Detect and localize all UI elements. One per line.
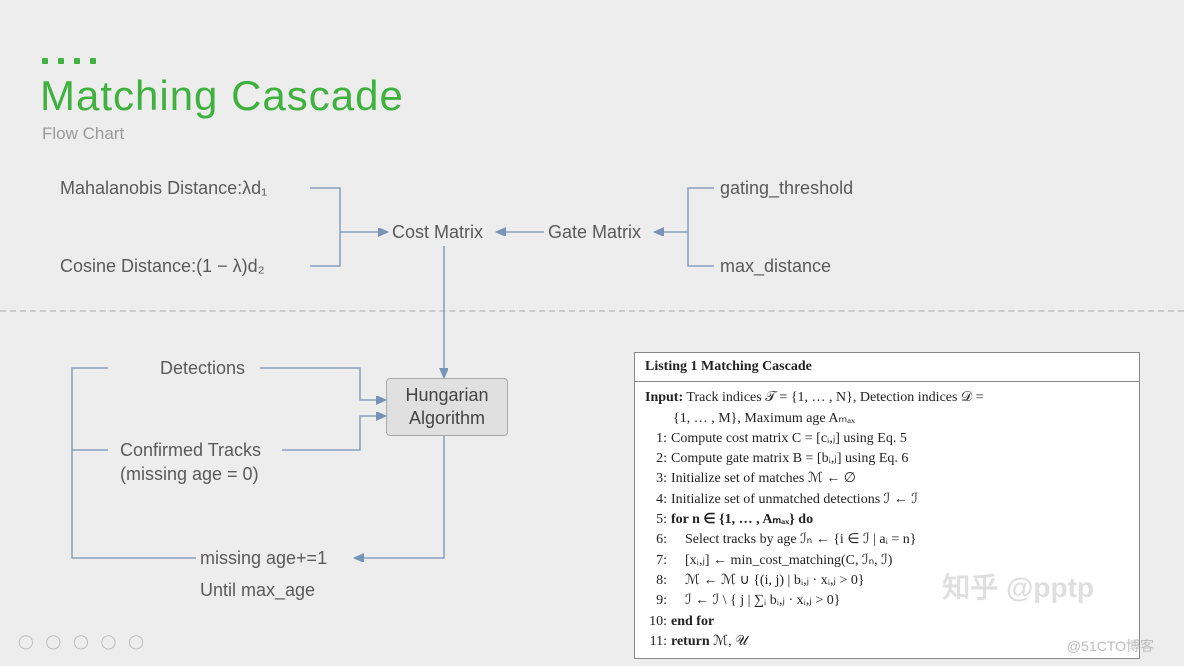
watermark-zhihu: 知乎 @pptp (942, 566, 1094, 606)
listing-line-10: end for (671, 614, 714, 629)
listing-line-11: ℳ, 𝒰 (713, 634, 748, 649)
listing-line-1: Compute cost matrix C = [cᵢ,ⱼ] using Eq.… (671, 431, 907, 446)
node-detections: Detections (160, 358, 245, 379)
header-dots (42, 58, 96, 64)
listing-input-2: {1, … , M}, Maximum age Aₘₐₓ (645, 409, 1129, 429)
divider-dashed (0, 310, 1184, 312)
listing-line-3: Initialize set of matches ℳ ← ∅ (671, 471, 856, 486)
node-until-maxage: Until max_age (200, 580, 315, 601)
node-gate-matrix: Gate Matrix (548, 222, 641, 243)
page-subtitle: Flow Chart (42, 124, 124, 144)
node-cosine: Cosine Distance:(1 − λ)d₂ (60, 256, 265, 277)
node-gating-threshold: gating_threshold (720, 178, 853, 199)
pseudocode-listing: Listing 1 Matching Cascade Input: Track … (634, 352, 1140, 659)
listing-input-1: Track indices 𝒯 = {1, … , N}, Detection … (686, 390, 983, 405)
watermark-51cto: @51CTO博客 (1067, 636, 1154, 656)
node-hungarian-2: Algorithm (405, 407, 488, 430)
listing-line-5: for n ∈ {1, … , Aₘₐₓ} do (671, 512, 813, 527)
node-hungarian-box: Hungarian Algorithm (386, 378, 508, 436)
listing-input-label: Input: (645, 390, 683, 405)
footer-icons: ◯ ◯ ◯ ◯ ◯ (18, 633, 148, 650)
node-max-distance: max_distance (720, 256, 831, 277)
page-title: Matching Cascade (40, 72, 404, 120)
node-confirmed-tracks-2: (missing age = 0) (120, 464, 259, 485)
node-mahalanobis: Mahalanobis Distance:λd₁ (60, 178, 267, 199)
listing-line-8: ℳ ← ℳ ∪ {(i, j) | bᵢ,ⱼ · xᵢ,ⱼ > 0} (671, 573, 865, 588)
node-missing-age-inc: missing age+=1 (200, 548, 327, 569)
listing-line-7: [xᵢ,ⱼ] ← min_cost_matching(C, ℐₙ, ℐ) (671, 553, 892, 568)
listing-title: Listing 1 Matching Cascade (635, 353, 1139, 382)
listing-line-4: Initialize set of unmatched detections ℐ… (671, 492, 918, 507)
listing-line-6: Select tracks by age ℐₙ ← {i ∈ ℐ | aᵢ = … (671, 532, 917, 547)
node-hungarian-1: Hungarian (405, 384, 488, 407)
node-confirmed-tracks-1: Confirmed Tracks (120, 440, 261, 461)
listing-line-9: ℐ ← ℐ \ { j | ∑ᵢ bᵢ,ⱼ · xᵢ,ⱼ > 0} (671, 593, 840, 608)
listing-line-2: Compute gate matrix B = [bᵢ,ⱼ] using Eq.… (671, 451, 908, 466)
node-cost-matrix: Cost Matrix (392, 222, 483, 243)
